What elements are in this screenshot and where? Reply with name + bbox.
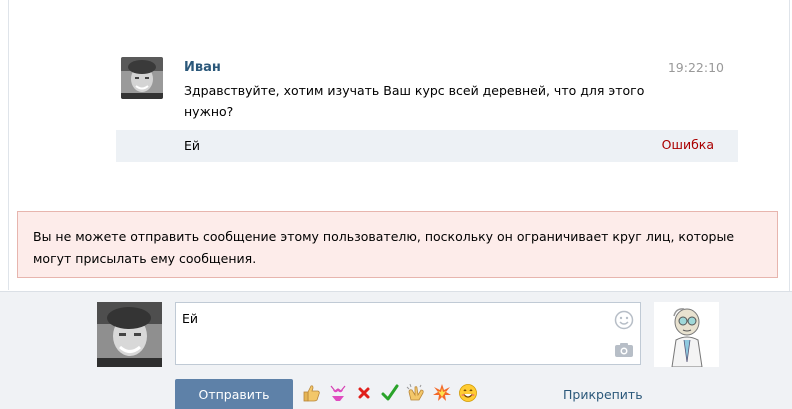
clapping-hands-icon[interactable] (406, 383, 426, 403)
bikini-icon[interactable] (328, 383, 348, 403)
dialog-page: Иван 19:22:10 Здравствуйте, хотим изучат… (0, 0, 792, 409)
cross-mark-icon[interactable] (354, 383, 374, 403)
message-time[interactable]: 19:22:10 (668, 60, 724, 75)
my-avatar[interactable] (97, 302, 162, 367)
send-button[interactable]: Отправить (175, 379, 293, 409)
smiley-icon[interactable] (614, 310, 634, 330)
error-status-link[interactable]: Ошибка (662, 137, 714, 152)
emoji-bar (302, 382, 484, 404)
composer-area: Ей Отправить Прикрепить (0, 291, 792, 409)
message-input-value: Ей (182, 311, 199, 326)
smiling-face-icon[interactable] (458, 383, 478, 403)
check-mark-icon[interactable] (380, 383, 400, 403)
failed-message-row: Ей Ошибка (116, 130, 738, 162)
sender-name-link[interactable]: Иван (184, 60, 221, 75)
thumbs-up-icon[interactable] (302, 383, 322, 403)
collision-icon[interactable] (432, 383, 452, 403)
message-input[interactable]: Ей (175, 302, 641, 365)
camera-icon[interactable] (614, 342, 634, 358)
left-border (8, 0, 9, 290)
recipient-avatar[interactable] (654, 302, 719, 367)
error-notice: Вы не можете отправить сообщение этому п… (17, 211, 778, 278)
message-text: Здравствуйте, хотим изучать Ваш курс все… (184, 83, 645, 119)
sender-avatar[interactable] (121, 57, 163, 99)
error-notice-text: Вы не можете отправить сообщение этому п… (33, 229, 735, 266)
attach-link[interactable]: Прикрепить (563, 387, 643, 402)
failed-message-text: Ей (184, 138, 201, 153)
